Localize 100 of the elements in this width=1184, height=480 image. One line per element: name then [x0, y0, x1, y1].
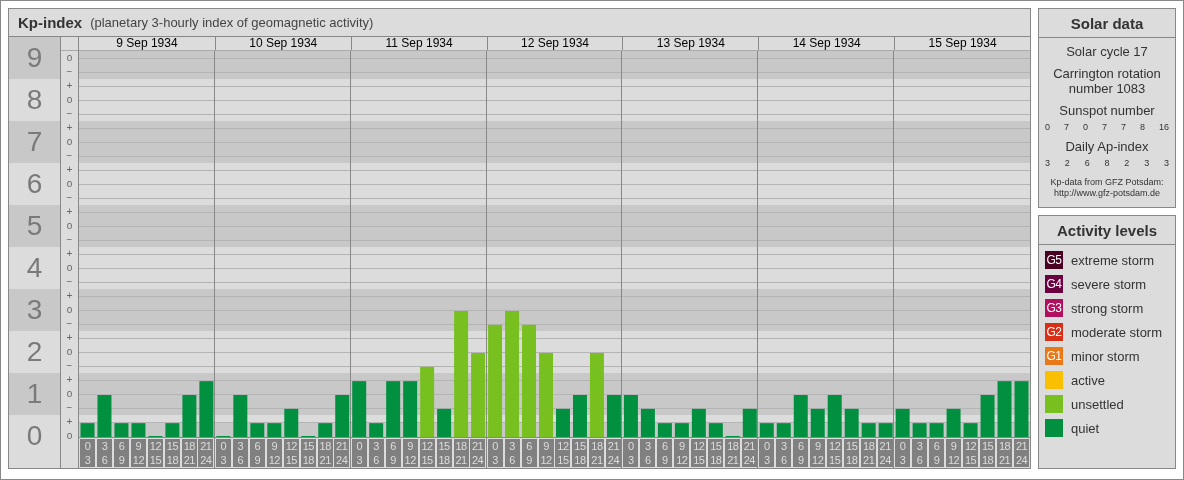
level-mark: −	[66, 234, 73, 246]
interval-label: 3 6	[368, 439, 384, 467]
kp-bar	[980, 395, 995, 437]
interval-label: 18 21	[589, 439, 605, 467]
level-mark: +	[66, 332, 73, 344]
level-label: extreme storm	[1071, 252, 1155, 268]
kp-bar	[420, 366, 435, 437]
level-mark: +	[66, 206, 73, 218]
chart-title: Kp-index	[18, 14, 83, 31]
day-label: 14 Sep 1934	[792, 37, 861, 50]
kp-bar	[97, 395, 112, 437]
day-label: 11 Sep 1934	[385, 37, 453, 50]
interval-label: 0 3	[215, 439, 231, 467]
kp-bar	[556, 408, 570, 437]
level-mark: o	[66, 430, 73, 442]
level-mark: +	[66, 290, 73, 302]
interval-label: 21 24	[741, 439, 757, 467]
solar-cycle: Solar cycle 17	[1066, 44, 1148, 59]
kp-bar	[691, 408, 706, 437]
axis-label: 2	[26, 337, 43, 367]
kp-bar	[929, 423, 944, 437]
interval-label: 0 3	[80, 439, 95, 467]
kp-bar	[759, 423, 774, 437]
interval-label: 18 21	[725, 439, 741, 467]
kp-bar	[674, 423, 689, 437]
interval-label: 9 12	[130, 439, 146, 467]
interval-label: 15 18	[436, 439, 452, 467]
sunspot-number: 7	[1101, 122, 1107, 132]
level-mark: o	[66, 178, 73, 190]
chart-subtitle: (planetary 3-hourly index of geomagnetic activity)	[90, 15, 374, 30]
kp-bar	[131, 423, 146, 437]
level-mark: +	[66, 80, 73, 92]
interval-label: 15 18	[980, 439, 996, 467]
level-label: minor storm	[1071, 348, 1140, 364]
interval-label: 18 21	[453, 439, 469, 467]
interval-label: 9 12	[402, 439, 418, 467]
level-mark: −	[66, 402, 73, 414]
level-mark: −	[66, 66, 73, 78]
kp-bar	[114, 423, 129, 437]
interval-label: 18 21	[181, 439, 197, 467]
interval-label: 15 18	[164, 439, 180, 467]
axis-label: 7	[26, 127, 43, 157]
kp-bar	[963, 423, 978, 437]
level-swatch: G1	[1045, 347, 1063, 365]
level-mark: −	[66, 360, 73, 372]
interval-label: 6 9	[249, 439, 265, 467]
ap-index-value: 8	[1104, 158, 1110, 168]
interval-label: 21 24	[470, 439, 486, 467]
kp-bar	[946, 408, 961, 437]
level-swatch: G2	[1045, 323, 1063, 341]
interval-label: 15 18	[844, 439, 860, 467]
kp-bar	[386, 381, 401, 437]
interval-label: 0 3	[351, 439, 367, 467]
level-mark: +	[66, 248, 73, 260]
kp-bar	[267, 423, 282, 437]
interval-label: 9 12	[946, 439, 962, 467]
interval-label: 9 12	[266, 439, 282, 467]
level-label: unsettled	[1071, 396, 1124, 412]
kp-bar	[165, 423, 180, 437]
axis-label: 9	[26, 43, 43, 73]
sunspot-number: 8	[1139, 122, 1145, 132]
level-swatch: G3	[1045, 299, 1063, 317]
level-label: severe storm	[1071, 276, 1147, 292]
ap-index-value: 6	[1084, 158, 1090, 168]
day-label: 9 Sep 1934	[116, 37, 178, 50]
interval-label: 6 9	[657, 439, 673, 467]
interval-label: 21 24	[334, 439, 350, 467]
level-mark: +	[66, 374, 73, 386]
kp-bar	[861, 423, 876, 437]
axis-label: 4	[26, 253, 43, 283]
interval-label: 18 21	[861, 439, 877, 467]
kp-bar	[284, 408, 299, 437]
level-mark: −	[66, 318, 73, 330]
sunspot-number: 7	[1064, 122, 1069, 132]
level-mark: −	[66, 108, 73, 120]
kp-bar	[844, 408, 859, 437]
kp-bar	[623, 395, 638, 437]
sunspot-label: Sunspot number	[1059, 103, 1155, 118]
kp-bar	[708, 423, 723, 437]
axis-label: 1	[26, 379, 43, 409]
kp-bar	[573, 395, 587, 437]
interval-label: 6 9	[113, 439, 129, 467]
kp-bar	[199, 381, 214, 437]
interval-label: 0 3	[623, 439, 639, 467]
interval-label: 12 15	[827, 439, 843, 467]
interval-label: 15 18	[572, 439, 588, 467]
interval-label: 15 18	[708, 439, 724, 467]
interval-label: 21 24	[198, 439, 214, 467]
sunspot-number: 16	[1158, 122, 1169, 132]
level-mark: o	[66, 136, 73, 148]
kp-bar	[352, 381, 367, 437]
axis-label: 8	[26, 85, 43, 115]
level-mark: −	[66, 192, 73, 204]
sunspot-number: 7	[1120, 122, 1126, 132]
carrington-rotation: Carrington rotation number 1083	[1052, 66, 1162, 96]
interval-label: 3 6	[232, 439, 248, 467]
ap-index-value: 3	[1144, 158, 1150, 168]
kp-bar	[640, 408, 655, 437]
interval-label: 6 9	[793, 439, 809, 467]
kp-bar	[657, 423, 672, 437]
